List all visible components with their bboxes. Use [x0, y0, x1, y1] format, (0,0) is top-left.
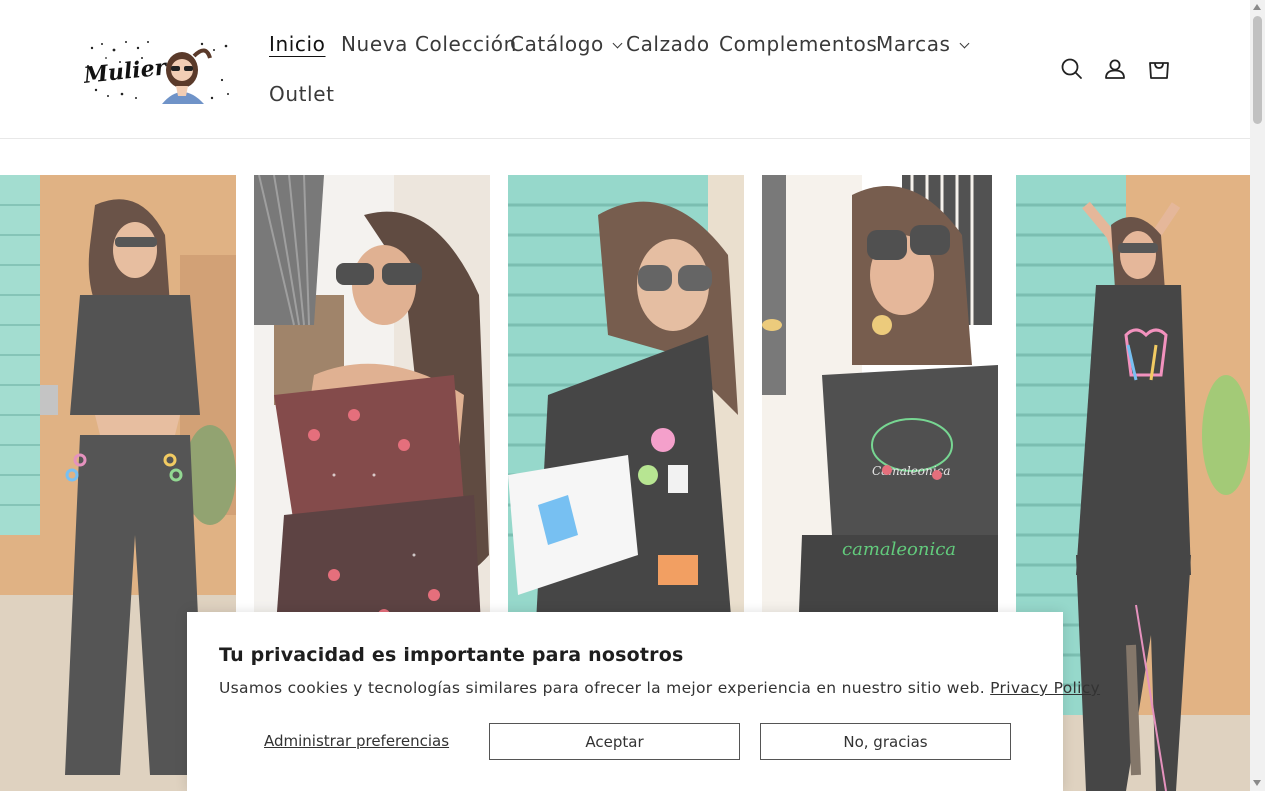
- search-icon[interactable]: [1059, 56, 1085, 82]
- svg-text:Mulier: Mulier: [82, 54, 169, 89]
- chevron-down-icon: [959, 38, 970, 49]
- account-icon[interactable]: [1102, 56, 1128, 82]
- scrollbar-thumb[interactable]: [1253, 16, 1262, 124]
- nav-item-calzado[interactable]: Calzado: [626, 32, 710, 56]
- nav-item-nueva-coleccion[interactable]: Nueva Colección: [341, 32, 517, 56]
- nav-item-catalogo[interactable]: Catálogo: [510, 32, 623, 56]
- nav-item-complementos[interactable]: Complementos: [719, 32, 877, 56]
- cookie-banner-message: Usamos cookies y tecnologías similares p…: [219, 679, 985, 697]
- decline-cookies-button[interactable]: No, gracias: [760, 723, 1011, 760]
- page-scrollbar[interactable]: [1250, 0, 1265, 791]
- nav-item-inicio[interactable]: Inicio: [269, 32, 326, 56]
- cookie-consent-banner: Tu privacidad es importante para nosotro…: [187, 612, 1100, 791]
- cart-icon[interactable]: [1146, 56, 1172, 82]
- cookie-banner-text: Usamos cookies y tecnologías similares p…: [219, 679, 1100, 697]
- nav-item-marcas[interactable]: Marcas: [876, 32, 970, 56]
- scroll-down-arrow-icon[interactable]: [1253, 780, 1261, 786]
- nav-item-catalogo-label: Catálogo: [510, 32, 604, 56]
- site-header: Mulier Inicio Nueva Colección Catálogo C…: [0, 0, 1250, 139]
- nav-item-marcas-label: Marcas: [876, 32, 951, 56]
- accept-cookies-button[interactable]: Aceptar: [489, 723, 740, 760]
- scroll-up-arrow-icon[interactable]: [1253, 4, 1261, 10]
- cookie-banner-title: Tu privacidad es importante para nosotro…: [219, 644, 684, 666]
- store-logo[interactable]: Mulier: [81, 36, 232, 104]
- privacy-policy-link[interactable]: Privacy Policy: [990, 679, 1100, 697]
- nav-item-outlet[interactable]: Outlet: [269, 82, 335, 106]
- manage-preferences-link[interactable]: Administrar preferencias: [264, 732, 449, 750]
- chevron-down-icon: [612, 38, 623, 49]
